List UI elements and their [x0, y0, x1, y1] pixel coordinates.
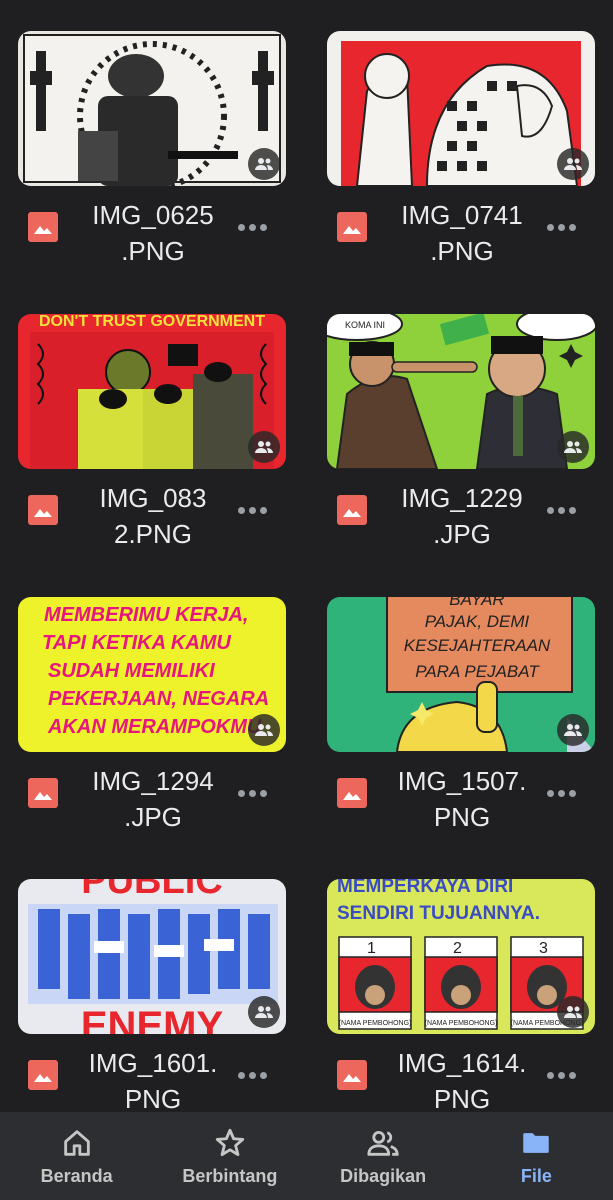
thumbnail-text: (NAMA PEMBOHONG) — [339, 1020, 412, 1027]
nav-label: File — [520, 1166, 552, 1186]
file-thumbnail[interactable]: KOMA INI — [327, 314, 595, 469]
file-name: IMG_1507. PNG — [397, 766, 527, 832]
file-thumbnail[interactable]: BAYAR PAJAK, DEMI KESEJAHTERAAN PARA PEJ… — [327, 597, 595, 752]
star-icon — [215, 1128, 245, 1157]
file-card[interactable]: KOMA INI IMG_1229 .JPG — [327, 314, 595, 554]
image-icon — [337, 778, 367, 808]
thumbnail-text: SUDAH MEMILIKI — [48, 660, 215, 682]
file-grid: IMG_0625 .PNG IMG_0741 .PNG DON'T TRUST … — [0, 0, 613, 1114]
image-icon — [28, 212, 58, 242]
file-card[interactable]: DON'T TRUST GOVERNMENT IMG_083 2.PNG — [18, 314, 286, 554]
more-options-button[interactable] — [541, 213, 581, 241]
thumbnail-text: KOMA INI — [345, 320, 385, 330]
thumbnail-text: 2 — [453, 940, 462, 957]
shared-people-icon — [248, 431, 280, 463]
thumbnail-text: MEMBERIMU KERJA, — [44, 604, 248, 626]
shared-people-icon — [248, 714, 280, 746]
file-name: IMG_0741 .PNG — [401, 200, 523, 266]
file-name: IMG_1294 .JPG — [92, 766, 214, 832]
file-card[interactable]: MEMBERIMU KERJA, TAPI KETIKA KAMU SUDAH … — [18, 597, 286, 837]
image-icon — [337, 212, 367, 242]
file-card[interactable]: MEMPERKAYA DIRI SENDIRI TUJUANNYA. 1 2 3 — [327, 879, 595, 1119]
file-card[interactable]: BAYAR PAJAK, DEMI KESEJAHTERAAN PARA PEJ… — [327, 597, 595, 837]
thumbnail-text: BAYAR — [449, 597, 504, 609]
file-card[interactable]: IMG_0741 .PNG — [327, 31, 595, 271]
file-thumbnail[interactable]: DON'T TRUST GOVERNMENT — [18, 314, 286, 469]
shared-people-icon — [557, 148, 589, 180]
file-thumbnail[interactable]: MEMPERKAYA DIRI SENDIRI TUJUANNYA. 1 2 3 — [327, 879, 595, 1034]
thumbnail-text: 1 — [367, 940, 376, 957]
thumbnail-text: PEKERJAAN, NEGARA — [48, 688, 269, 710]
shared-people-icon — [248, 996, 280, 1028]
thumbnail-text: TAPI KETIKA KAMU — [42, 632, 231, 654]
file-name: IMG_0625 .PNG — [92, 200, 214, 266]
file-card[interactable]: PUBLIC ENEMY IMG_1601. PNG — [18, 879, 286, 1119]
file-name: IMG_083 2.PNG — [99, 483, 207, 549]
more-options-button[interactable] — [541, 496, 581, 524]
file-name: IMG_1601. PNG — [88, 1048, 218, 1114]
file-card[interactable]: IMG_0625 .PNG — [18, 31, 286, 271]
nav-label: Beranda — [40, 1166, 113, 1186]
file-name: IMG_1229 .JPG — [401, 483, 523, 549]
nav-item-file[interactable]: File — [460, 1112, 613, 1200]
more-options-button[interactable] — [541, 779, 581, 807]
file-thumbnail[interactable]: PUBLIC ENEMY — [18, 879, 286, 1034]
nav-item-dibagikan[interactable]: Dibagikan — [307, 1112, 460, 1200]
nav-item-berbintang[interactable]: Berbintang — [153, 1112, 306, 1200]
more-options-button[interactable] — [541, 1061, 581, 1089]
more-options-button[interactable] — [232, 496, 272, 524]
image-icon — [28, 778, 58, 808]
thumbnail-text: 3 — [539, 940, 548, 957]
shared-people-icon — [557, 714, 589, 746]
thumbnail-text: PARA PEJABAT — [415, 662, 540, 681]
thumbnail-text: AKAN MERAMPOKMU — [47, 716, 262, 738]
home-icon — [63, 1130, 90, 1156]
shared-people-icon — [557, 996, 589, 1028]
shared-people-icon — [248, 148, 280, 180]
thumbnail-text: PUBLIC — [81, 879, 222, 902]
nav-item-beranda[interactable]: Beranda — [0, 1112, 153, 1200]
file-thumbnail[interactable] — [327, 31, 595, 186]
thumbnail-text: MEMPERKAYA DIRI — [337, 879, 513, 897]
thumbnail-text: SENDIRI TUJUANNYA. — [337, 903, 540, 924]
nav-label: Berbintang — [182, 1166, 278, 1186]
more-options-button[interactable] — [232, 213, 272, 241]
folder-icon — [523, 1133, 550, 1153]
shared-people-icon — [557, 431, 589, 463]
file-thumbnail[interactable]: MEMBERIMU KERJA, TAPI KETIKA KAMU SUDAH … — [18, 597, 286, 752]
file-thumbnail[interactable] — [18, 31, 286, 186]
more-options-button[interactable] — [232, 779, 272, 807]
thumbnail-text: KESEJAHTERAAN — [404, 636, 551, 655]
image-icon — [337, 495, 367, 525]
image-icon — [337, 1060, 367, 1090]
thumbnail-text: ENEMY — [81, 1004, 224, 1034]
nav-label: Dibagikan — [340, 1166, 427, 1186]
thumbnail-text: PAJAK, DEMI — [425, 612, 530, 631]
image-icon — [28, 495, 58, 525]
thumbnail-text: (NAMA PEMBOHONG) — [425, 1020, 498, 1027]
more-options-button[interactable] — [232, 1061, 272, 1089]
thumbnail-text: DON'T TRUST GOVERNMENT — [39, 314, 265, 330]
file-name: IMG_1614. PNG — [397, 1048, 527, 1114]
bottom-navigation: Beranda Berbintang Dibagikan File — [0, 1112, 613, 1200]
people-icon — [367, 1130, 399, 1156]
image-icon — [28, 1060, 58, 1090]
